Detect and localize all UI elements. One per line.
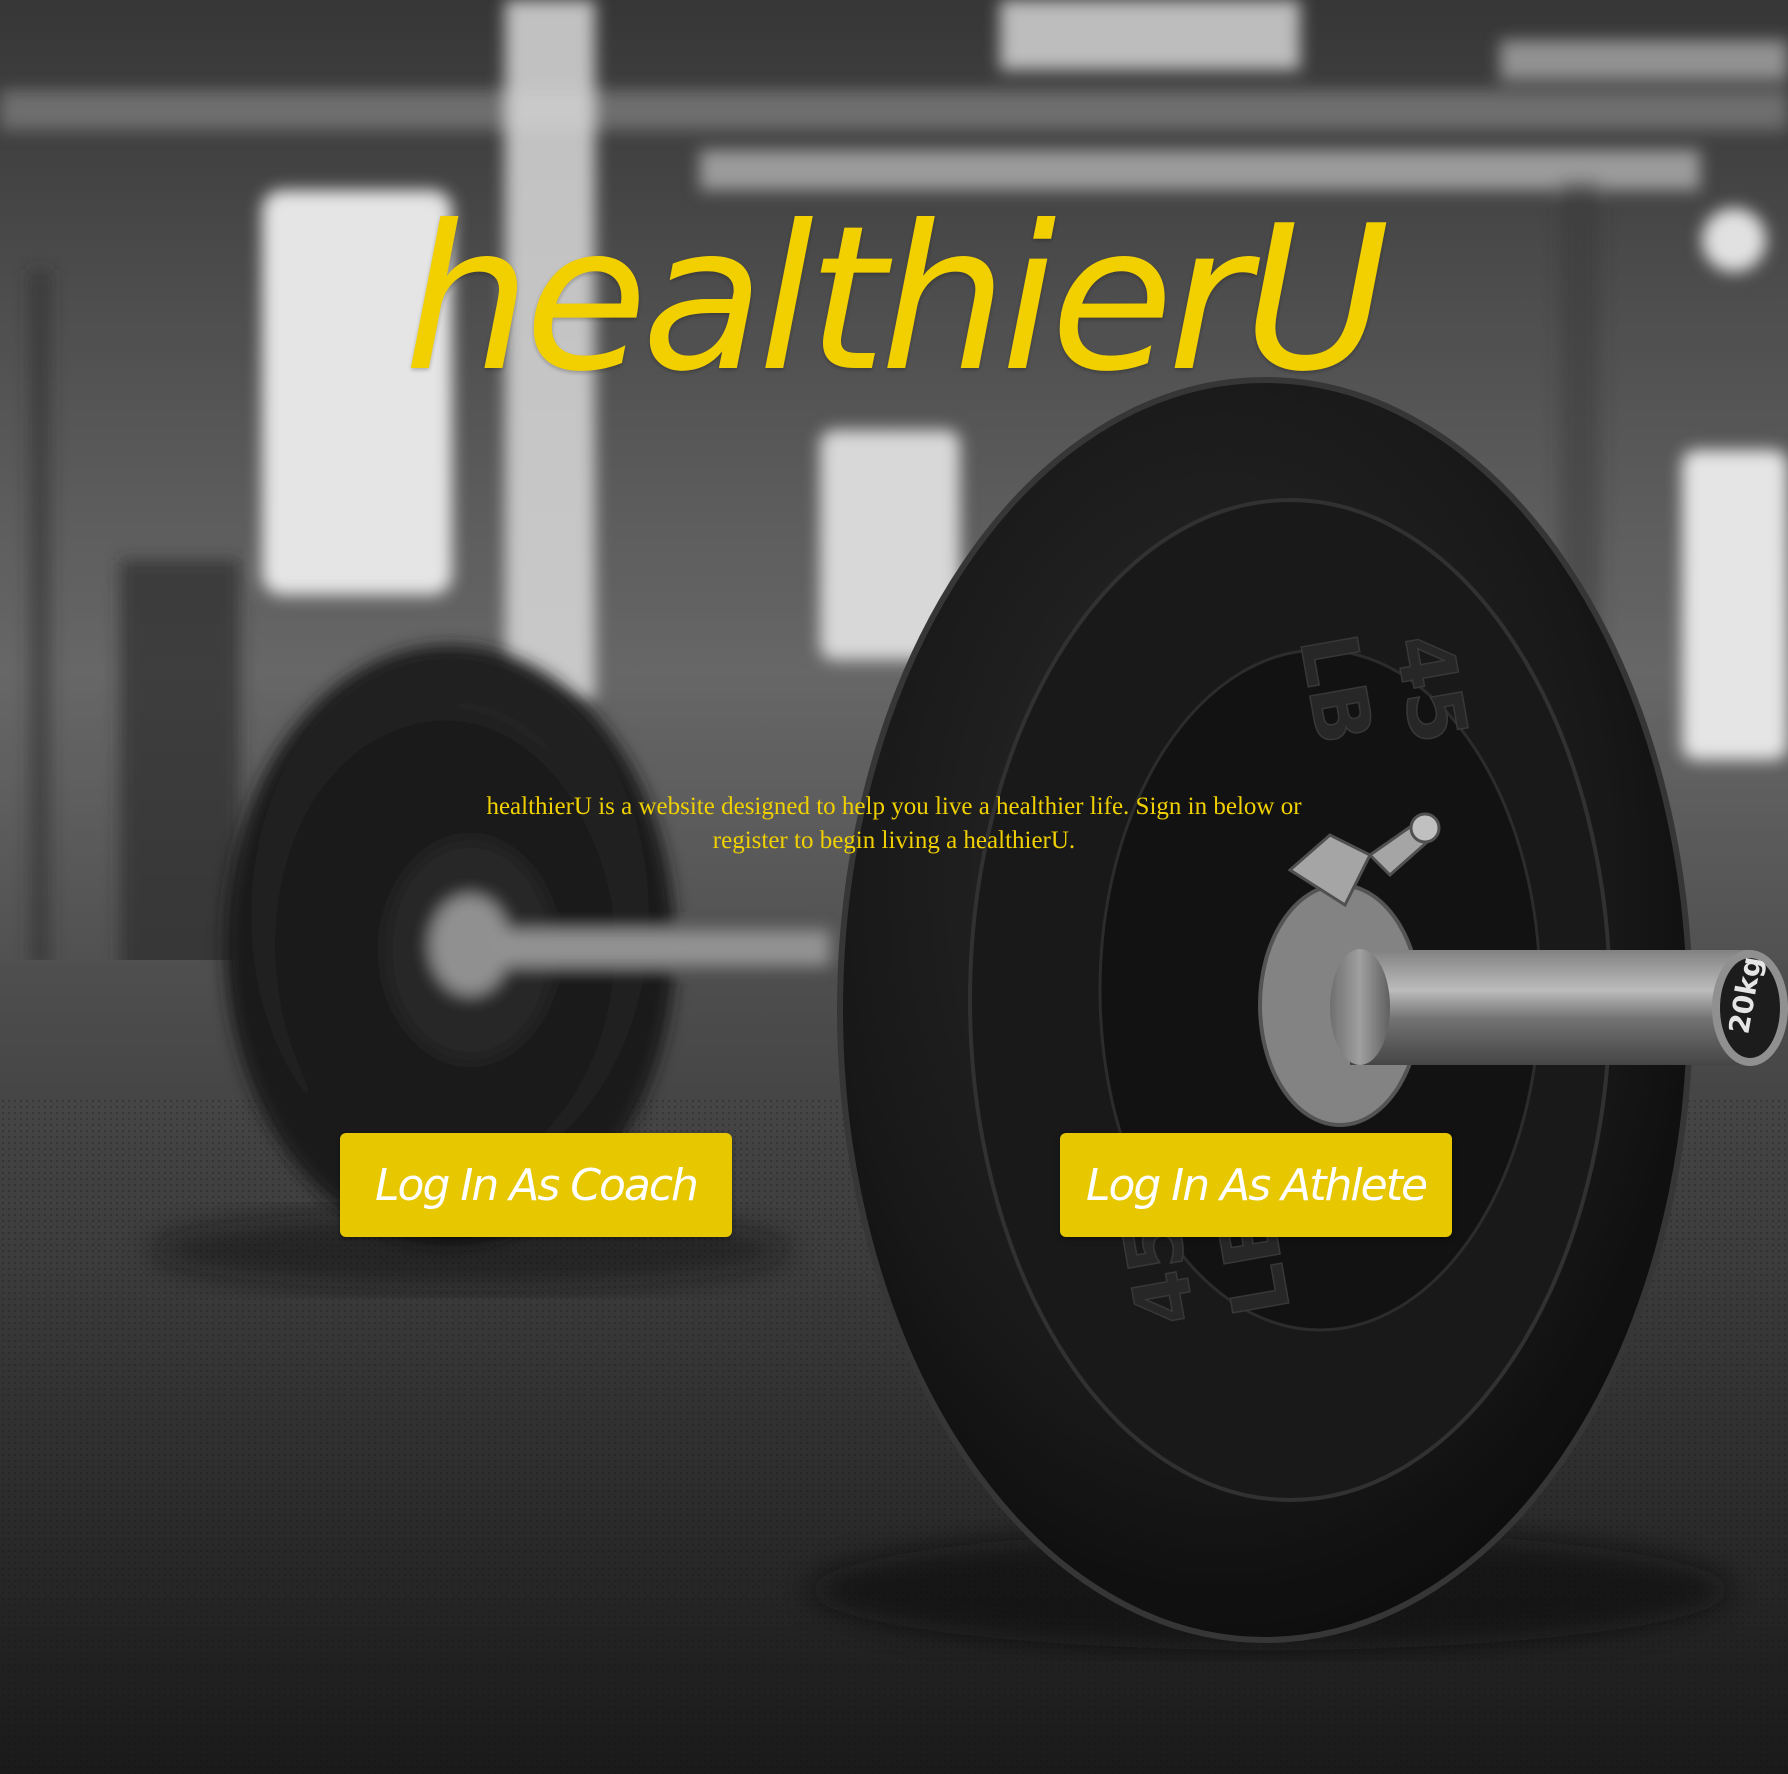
site-tagline: healthierU is a website designed to help… [486, 793, 1302, 854]
login-as-athlete-button[interactable]: Log In As Athlete [1060, 1133, 1452, 1237]
landing-page: 45 LB 45 LB 20kg healthierU healthierU i… [0, 0, 1788, 1774]
site-logo-title: healthierU [403, 183, 1390, 416]
login-as-coach-button[interactable]: Log In As Coach [340, 1133, 732, 1237]
